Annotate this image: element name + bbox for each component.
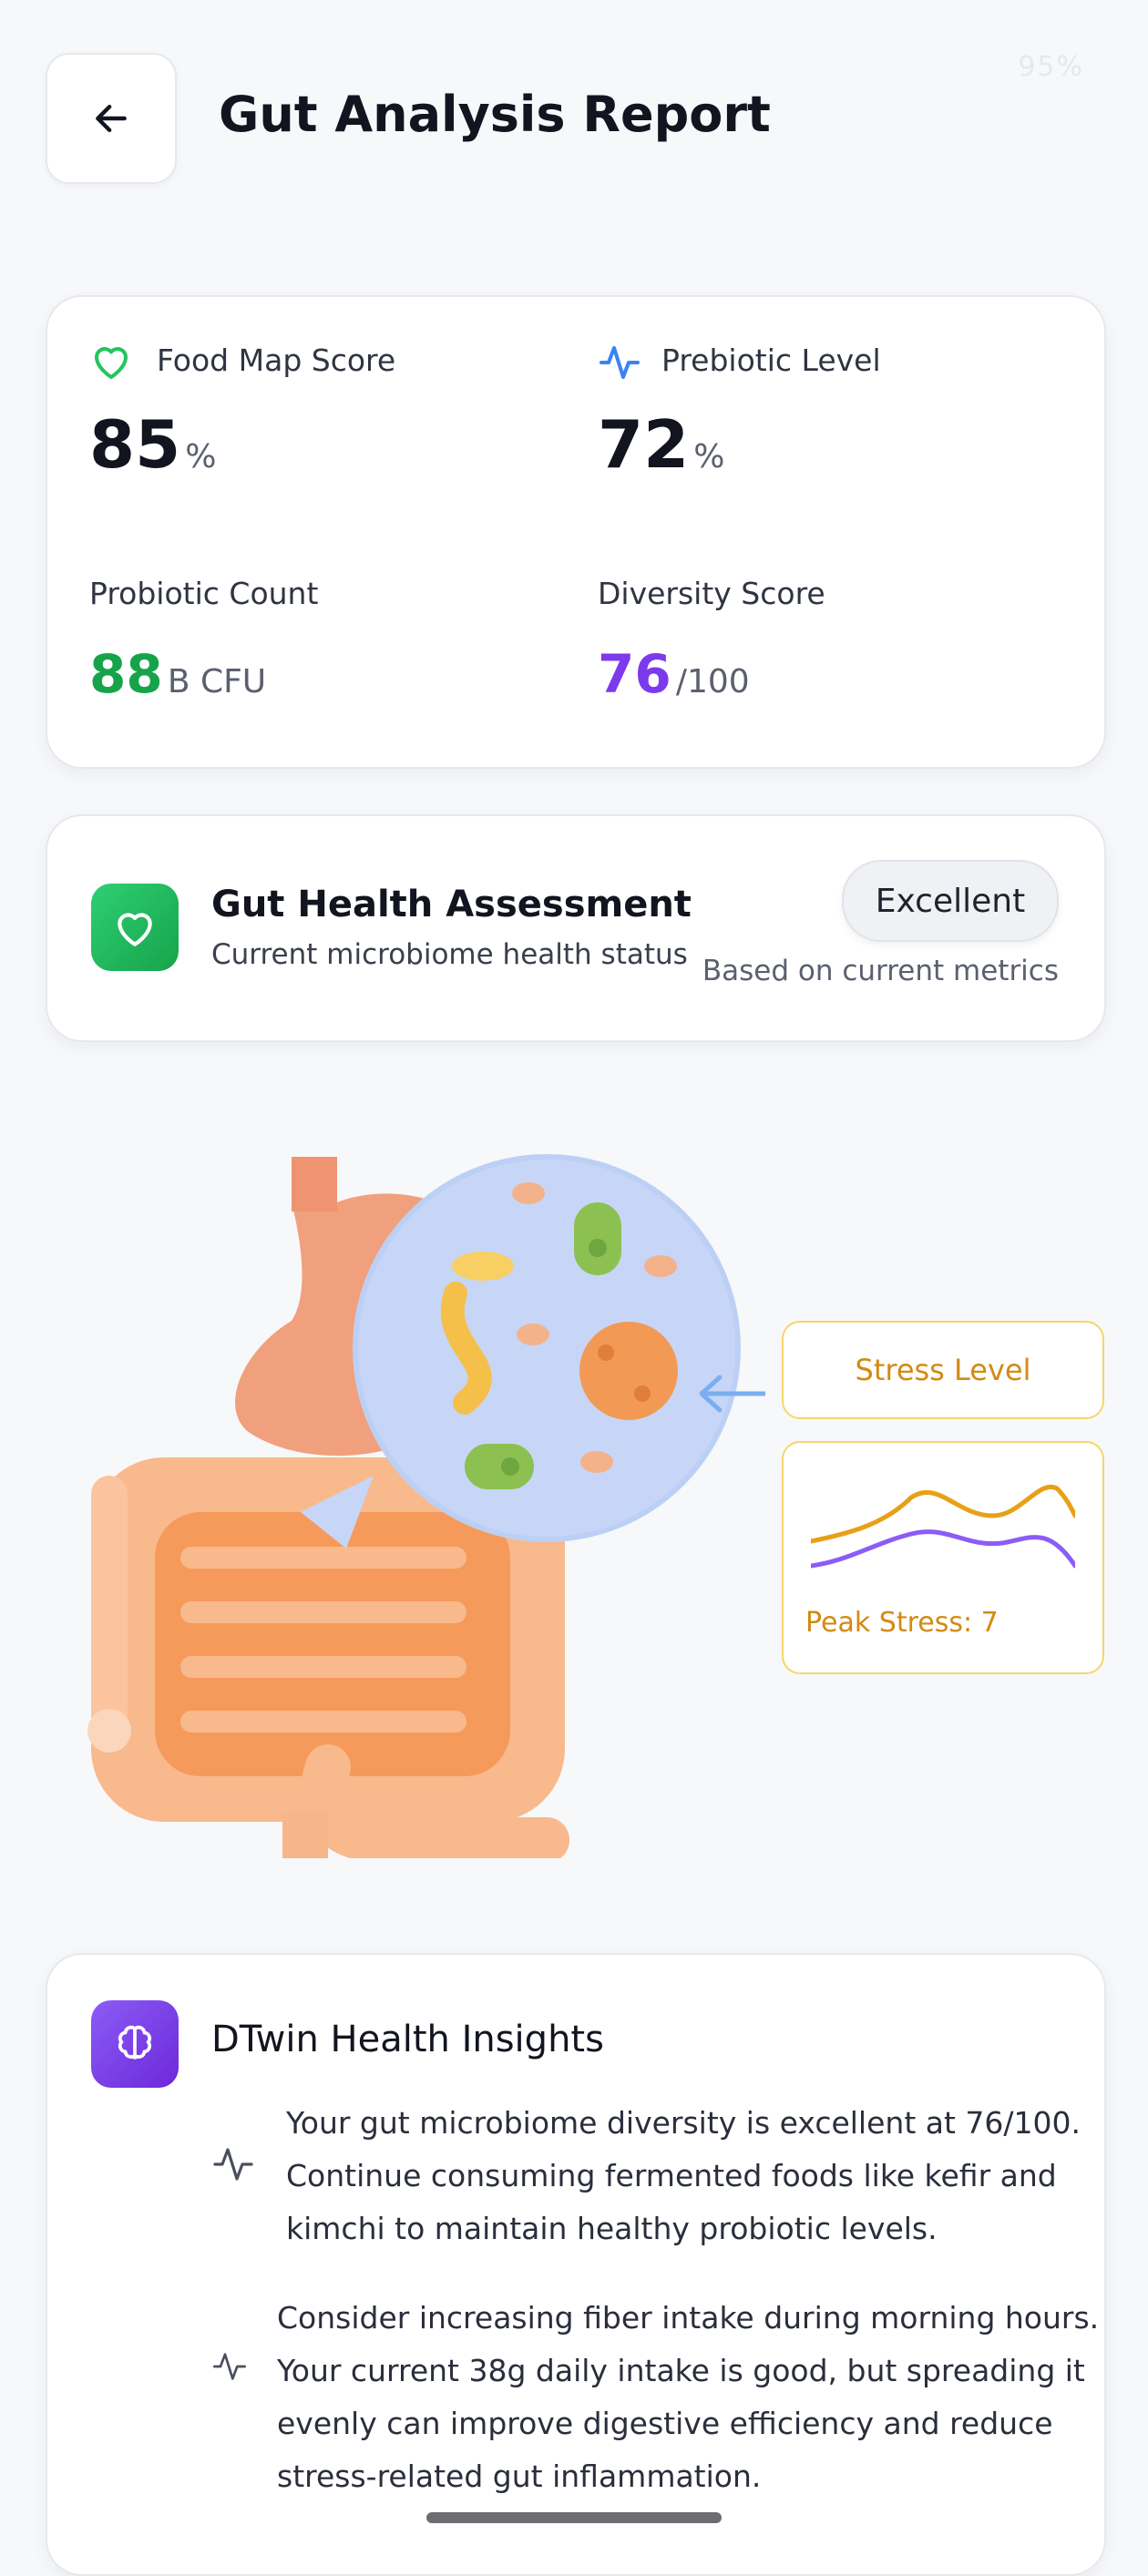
insight-line: stress-related gut inflammation. <box>277 2458 762 2494</box>
insight-line: kimchi to maintain healthy probiotic lev… <box>286 2211 938 2246</box>
battery-percent: 95% <box>1018 51 1084 83</box>
stress-level-label: Stress Level <box>782 1321 1104 1419</box>
status-badge: Excellent <box>842 860 1059 942</box>
back-button[interactable] <box>46 53 177 184</box>
assessment-title: Gut Health Assessment <box>211 884 692 925</box>
heart-icon <box>118 913 152 946</box>
prebiotic-value: 72 <box>598 406 690 483</box>
page-title: Gut Analysis Report <box>219 86 771 143</box>
insight-item: Your gut microbiome diversity is excelle… <box>286 2097 1081 2255</box>
probiotic-unit: B CFU <box>167 663 267 700</box>
arrow-left-icon <box>96 104 127 133</box>
insight-line: Continue consuming fermented foods like … <box>286 2158 1057 2193</box>
assessment-note: Based on current metrics <box>702 955 1059 987</box>
insights-title: DTwin Health Insights <box>211 2019 604 2060</box>
stress-sparkline <box>811 1484 1075 1569</box>
food-map-score: 85 % <box>89 406 217 483</box>
food-map-value: 85 <box>89 406 181 483</box>
health-insights-card: DTwin Health Insights Your gut microbiom… <box>46 1953 1106 2576</box>
food-map-label: Food Map Score <box>157 342 396 378</box>
gut-health-assessment-card: Gut Health Assessment Current microbiome… <box>46 814 1106 1042</box>
status-bar: 95% <box>1018 51 1084 83</box>
insight-line: Consider increasing fiber intake during … <box>277 2300 1100 2336</box>
diversity-unit: /100 <box>675 663 750 700</box>
diversity-score: 76 /100 <box>598 643 750 705</box>
probiotic-value: 88 <box>89 643 163 705</box>
peak-stress: Peak Stress: 7 <box>805 1607 999 1639</box>
probiotic-count: 88 B CFU <box>89 643 266 705</box>
pulse-icon <box>600 346 640 379</box>
stress-sparkline-card: Peak Stress: 7 <box>782 1441 1104 1674</box>
food-map-unit: % <box>185 438 217 475</box>
insight-line: Your current 38g daily intake is good, b… <box>277 2353 1085 2388</box>
metrics-card: Food Map Score 85 % Prebiotic Level 72 %… <box>46 295 1106 769</box>
brain-icon <box>118 2025 152 2060</box>
home-indicator[interactable] <box>426 2512 722 2523</box>
prebiotic-unit: % <box>693 438 725 475</box>
prebiotic-label: Prebiotic Level <box>661 342 881 378</box>
pulse-icon <box>213 2353 246 2380</box>
prebiotic-score: 72 % <box>598 406 725 483</box>
insight-line: Your gut microbiome diversity is excelle… <box>286 2105 1081 2141</box>
diversity-label: Diversity Score <box>598 576 825 611</box>
assessment-icon-tile <box>91 884 179 971</box>
gut-microbiome-illustration <box>87 1154 765 1858</box>
pulse-icon <box>213 2148 253 2181</box>
insights-icon-tile <box>91 2000 179 2088</box>
diversity-value: 76 <box>598 643 671 705</box>
insight-line: evenly can improve digestive efficiency … <box>277 2406 1053 2441</box>
heart-icon <box>95 347 128 379</box>
assessment-subtitle: Current microbiome health status <box>211 938 688 971</box>
insight-item: Consider increasing fiber intake during … <box>277 2292 1099 2503</box>
probiotic-label: Probiotic Count <box>89 576 319 611</box>
